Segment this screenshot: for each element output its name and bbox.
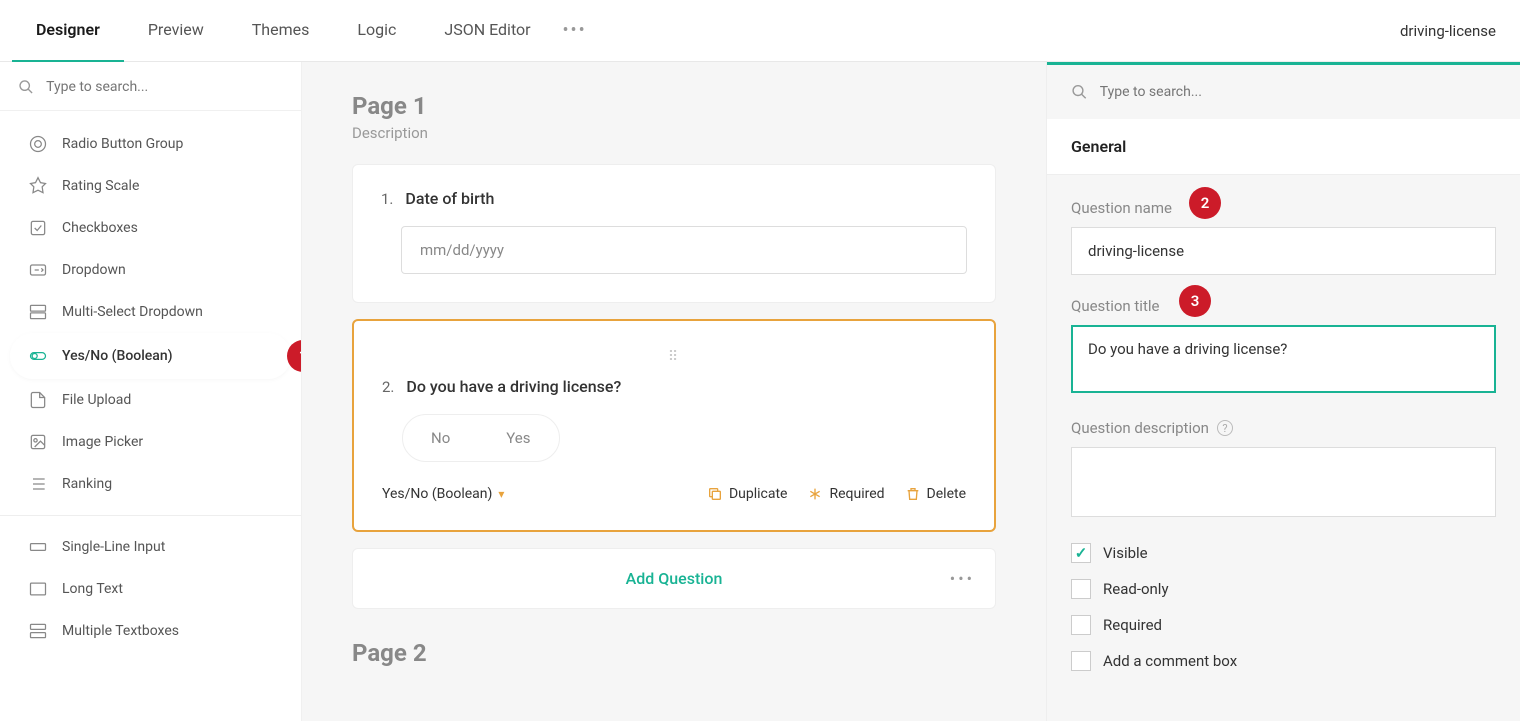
help-icon[interactable]: ? [1217, 420, 1233, 436]
question-type-dropdown[interactable]: Yes/No (Boolean)▾ [382, 486, 504, 502]
question-title[interactable]: Date of birth [405, 189, 494, 208]
question-title[interactable]: Do you have a driving license? [406, 377, 621, 396]
annotation-badge-2: 2 [1189, 187, 1221, 219]
tab-preview[interactable]: Preview [124, 0, 228, 62]
question-number: 1. [381, 189, 393, 208]
toolbox-search[interactable] [0, 62, 301, 111]
visible-checkbox[interactable] [1071, 543, 1091, 563]
readonly-checkbox[interactable] [1071, 579, 1091, 599]
required-checkbox[interactable] [1071, 615, 1091, 635]
properties-search-input[interactable] [1100, 84, 1496, 100]
tab-overflow-icon[interactable]: ••• [555, 0, 595, 62]
required-button[interactable]: Required [807, 486, 884, 502]
toolbox-item-rating[interactable]: Rating Scale [0, 165, 301, 207]
page2-title[interactable]: Page 2 [352, 639, 996, 667]
boolean-toggle[interactable]: No Yes [402, 414, 560, 462]
toolbox-item-multiselect[interactable]: Multi-Select Dropdown [0, 291, 301, 333]
toolbox-search-input[interactable] [46, 79, 283, 95]
date-input[interactable]: mm/dd/yyyy [401, 226, 967, 274]
toolbox-item-singleline[interactable]: Single-Line Input [0, 526, 301, 568]
toolbox-sidebar: Radio Button Group Rating Scale Checkbox… [0, 62, 302, 721]
toolbox-item-radio[interactable]: Radio Button Group [0, 123, 301, 165]
toolbox-item-multitext[interactable]: Multiple Textboxes [0, 610, 301, 652]
question-card-1[interactable]: 1. Date of birth mm/dd/yyyy [352, 164, 996, 303]
toolbox-item-boolean[interactable]: Yes/No (Boolean) [10, 333, 291, 379]
comment-checkbox[interactable] [1071, 651, 1091, 671]
page-title[interactable]: Page 1 [352, 92, 996, 120]
question-description-label: Question description ? [1071, 419, 1496, 437]
toolbox-item-dropdown[interactable]: Dropdown [0, 249, 301, 291]
tab-designer[interactable]: Designer [12, 0, 124, 62]
tab-logic[interactable]: Logic [333, 0, 420, 62]
duplicate-button[interactable]: Duplicate [707, 486, 788, 502]
boolean-yes[interactable]: Yes [478, 415, 558, 461]
chevron-down-icon: ▾ [498, 487, 504, 501]
design-canvas: Page 1 Description 1. Date of birth mm/d… [302, 62, 1046, 721]
toolbox-item-ranking[interactable]: Ranking [0, 463, 301, 505]
properties-search[interactable] [1047, 65, 1520, 119]
boolean-no[interactable]: No [403, 415, 478, 461]
tab-themes[interactable]: Themes [228, 0, 334, 62]
readonly-label: Read-only [1103, 580, 1169, 598]
add-question-button[interactable]: Add Question [626, 569, 723, 588]
search-icon [18, 78, 34, 96]
tab-json-editor[interactable]: JSON Editor [420, 0, 554, 62]
comment-label: Add a comment box [1103, 652, 1237, 670]
properties-panel: driving-license General Question name 2 … [1046, 62, 1520, 721]
page-description[interactable]: Description [352, 124, 996, 142]
question-description-input[interactable] [1071, 447, 1496, 517]
toolbox-item-checkboxes[interactable]: Checkboxes [0, 207, 301, 249]
question-title-input[interactable] [1071, 325, 1496, 393]
question-title-label: Question title [1071, 297, 1496, 315]
question-name-input[interactable] [1071, 227, 1496, 275]
annotation-badge-3: 3 [1179, 285, 1211, 317]
annotation-badge-1: 1 [287, 340, 301, 372]
add-question-bar: Add Question ••• [352, 548, 996, 609]
required-label: Required [1103, 616, 1162, 634]
selected-element-name: driving-license [1400, 22, 1500, 40]
toolbox-item-fileupload[interactable]: File Upload [0, 379, 301, 421]
question-number: 2. [382, 377, 394, 396]
search-icon [1071, 83, 1088, 101]
delete-button[interactable]: Delete [905, 486, 966, 502]
drag-handle-icon[interactable]: ⠿ [382, 345, 966, 377]
visible-label: Visible [1103, 544, 1148, 562]
section-general[interactable]: General [1047, 119, 1520, 175]
question-name-label: Question name [1071, 199, 1496, 217]
add-question-more-icon[interactable]: ••• [950, 569, 975, 588]
toolbox-item-longtext[interactable]: Long Text [0, 568, 301, 610]
main-tabs: Designer Preview Themes Logic JSON Edito… [12, 0, 595, 62]
question-card-2[interactable]: ⠿ 2. Do you have a driving license? No Y… [352, 319, 996, 532]
toolbox-item-imagepicker[interactable]: Image Picker [0, 421, 301, 463]
